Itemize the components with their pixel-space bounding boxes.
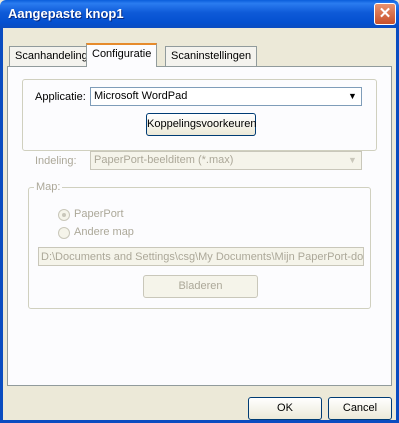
browse-label: Bladeren [178,280,223,292]
tab-configuratie[interactable]: Configuratie [86,43,158,67]
chevron-down-icon: ▼ [348,155,357,165]
chevron-down-icon: ▼ [348,91,357,101]
application-label: Applicatie: [35,91,86,103]
tab-label: Configuratie [92,48,152,60]
cancel-label: Cancel [342,402,378,414]
format-label: Indeling: [35,155,77,167]
radio-paperport[interactable] [58,209,70,221]
link-preferences-button[interactable]: Koppelingsvoorkeuren [146,113,256,136]
format-select[interactable]: PaperPort-beelditem (*.max) ▼ [90,151,362,170]
folder-path-value: D:\Documents and Settings\csg\My Documen… [41,251,364,263]
application-select[interactable]: Microsoft WordPad ▼ [90,87,362,106]
radio-paperport-label: PaperPort [74,208,124,220]
tab-label: Scanhandeling [15,50,88,62]
tab-panel-configuratie: Applicatie: Microsoft WordPad ▼ Koppelin… [7,66,392,386]
close-icon: ✕ [378,5,392,22]
link-preferences-label: Koppelingsvoorkeuren [147,118,257,130]
format-value: PaperPort-beelditem (*.max) [94,154,234,166]
radio-other-folder-label: Andere map [74,226,134,238]
title-bar: Aangepaste knop1 ✕ [0,0,399,28]
close-button[interactable]: ✕ [374,3,396,25]
cancel-button[interactable]: Cancel [328,397,392,420]
tab-label: Scaninstellingen [171,50,252,62]
tab-scaninstellingen[interactable]: Scaninstellingen [165,46,258,66]
folder-path-field[interactable]: D:\Documents and Settings\csg\My Documen… [38,247,364,266]
radio-selected-dot [62,213,66,217]
application-value: Microsoft WordPad [94,90,188,102]
browse-button[interactable]: Bladeren [143,275,258,298]
ok-button[interactable]: OK [248,397,322,420]
folder-group-label: Map: [34,181,63,193]
tab-scanhandeling[interactable]: Scanhandeling [9,46,94,66]
radio-other-folder[interactable] [58,227,70,239]
ok-label: OK [277,402,293,414]
window-title: Aangepaste knop1 [8,6,124,21]
